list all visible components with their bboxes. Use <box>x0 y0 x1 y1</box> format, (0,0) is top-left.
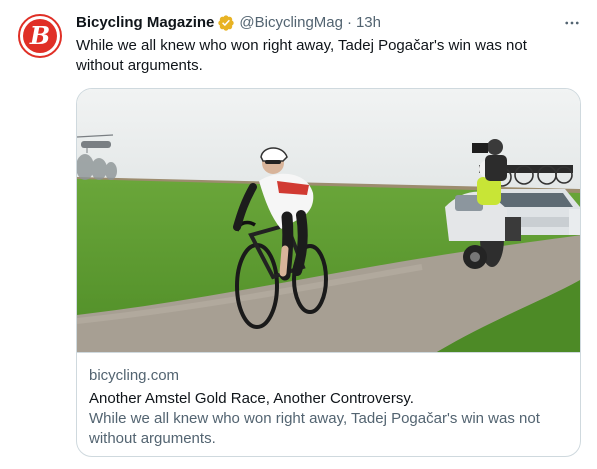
tweet-timestamp[interactable]: 13h <box>356 13 381 33</box>
avatar[interactable]: B <box>16 12 64 60</box>
more-horizontal-icon[interactable] <box>561 12 583 34</box>
verified-badge-icon[interactable] <box>217 14 235 32</box>
author-handle[interactable]: @BicyclingMag <box>239 13 343 33</box>
author-name[interactable]: Bicycling Magazine <box>76 13 214 33</box>
rider-on-road-photo <box>77 89 580 352</box>
tweet-text: While we all knew who won right away, Ta… <box>76 37 527 74</box>
tweet[interactable]: B Bicycling Magazine @BicyclingMag · 13h… <box>0 0 597 469</box>
card-image[interactable] <box>77 89 580 353</box>
avatar-logo: B <box>18 14 62 58</box>
link-card[interactable]: bicycling.com Another Amstel Gold Race, … <box>76 88 581 457</box>
tweet-header: Bicycling Magazine @BicyclingMag · 13h <box>76 13 557 33</box>
separator-dot: · <box>346 14 352 31</box>
card-domain[interactable]: bicycling.com <box>89 366 568 386</box>
card-title[interactable]: Another Amstel Gold Race, Another Contro… <box>89 389 568 409</box>
avatar-letter: B <box>29 21 51 50</box>
card-description: While we all knew who won right away, Ta… <box>89 410 540 447</box>
